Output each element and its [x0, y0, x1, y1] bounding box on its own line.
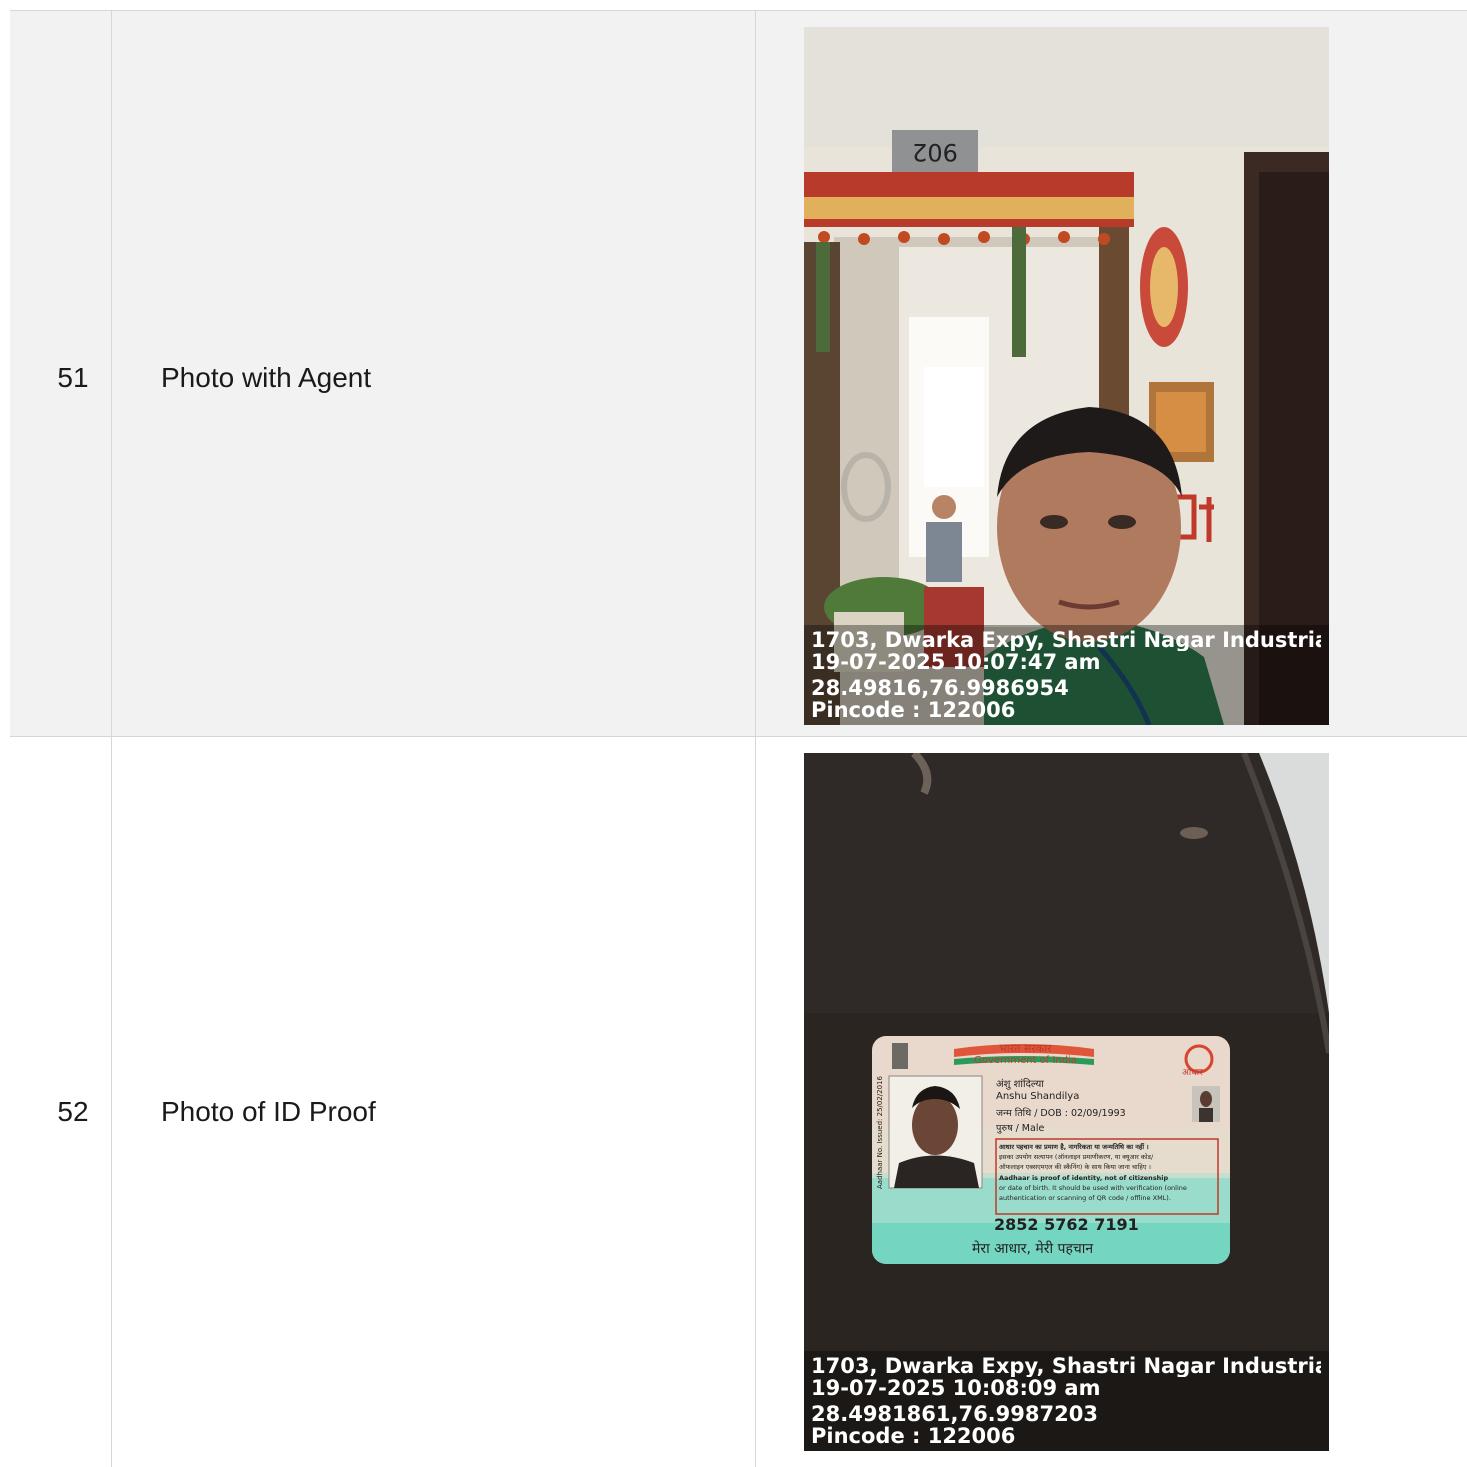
door-sign-text: 902	[912, 138, 958, 166]
geotag-stamp: 1703, Dwarka Expy, Shastri Nagar Industr…	[804, 1351, 1329, 1451]
stamp-coordinates: 28.49816,76.9986954	[811, 677, 1069, 699]
card-gender: पुरुष / Male	[996, 1123, 1045, 1134]
card-name-hindi: अंशु शांदिल्या	[996, 1079, 1044, 1090]
table-row: 52 Photo of ID Proof भारत सरकार Governme…	[10, 736, 1467, 1467]
card-footer-tagline: मेरा आधार, मेरी पहचान	[972, 1241, 1094, 1257]
stamp-address: 1703, Dwarka Expy, Shastri Nagar Industr…	[811, 1355, 1321, 1377]
table-row: 51 Photo with Agent 902 1703, Dwarka Exp…	[10, 10, 1467, 737]
stamp-coordinates: 28.4981861,76.9987203	[811, 1403, 1098, 1425]
aadhaar-logo-text: आधार	[1182, 1068, 1203, 1078]
card-disclaimer-hindi-1: आधार पहचान का प्रमाण है, नागरिकता या जन्…	[999, 1143, 1149, 1151]
stamp-address: 1703, Dwarka Expy, Shastri Nagar Industr…	[811, 629, 1321, 651]
card-dob: जन्म तिथि / DOB : 02/09/1993	[996, 1108, 1126, 1119]
row-number-cell: 52	[10, 737, 112, 1467]
id-proof-photo[interactable]: भारत सरकार Government of India आधार अंशु…	[804, 753, 1329, 1451]
row-label: Photo of ID Proof	[161, 1096, 376, 1127]
card-disclaimer-hindi-2: इसका उपयोग सत्यापन (ऑनलाइन प्रमाणीकरण, य…	[999, 1153, 1154, 1161]
card-disclaimer-hindi-3: ऑफलाइन एक्सएमएल की स्कैनिंग) के साथ किया…	[999, 1163, 1151, 1171]
card-issued-date: Aadhaar No. Issued: 25/02/2016	[876, 1076, 884, 1189]
stamp-pincode: Pincode : 122006	[811, 699, 1016, 721]
stamp-pincode: Pincode : 122006	[811, 1425, 1016, 1447]
aadhaar-number: 2852 5762 7191	[994, 1215, 1139, 1234]
card-header-english: Government of India	[974, 1055, 1077, 1066]
card-disclaimer-en-1: Aadhaar is proof of identity, not of cit…	[999, 1174, 1169, 1182]
selfie-scene-image: 902	[804, 27, 1329, 725]
row-label-cell: Photo of ID Proof	[112, 737, 756, 1467]
geotag-stamp: 1703, Dwarka Expy, Shastri Nagar Industr…	[804, 625, 1329, 725]
row-number-cell: 51	[10, 11, 112, 737]
card-header-hindi: भारत सरकार	[999, 1042, 1052, 1055]
row-label-cell: Photo with Agent	[112, 11, 756, 737]
card-disclaimer-en-3: authentication or scanning of QR code / …	[999, 1194, 1171, 1202]
stamp-datetime: 19-07-2025 10:07:47 am	[811, 651, 1101, 673]
row-photo-cell: भारत सरकार Government of India आधार अंशु…	[756, 737, 1467, 1467]
card-disclaimer-en-2: or date of birth. It should be used with…	[999, 1184, 1187, 1192]
agent-selfie-photo[interactable]: 902 1703, Dwarka Expy, Shastri Nagar Ind…	[804, 27, 1329, 725]
row-photo-cell: 902 1703, Dwarka Expy, Shastri Nagar Ind…	[756, 11, 1467, 737]
card-name-english: Anshu Shandilya	[996, 1091, 1080, 1102]
stamp-datetime: 19-07-2025 10:08:09 am	[811, 1377, 1101, 1399]
row-label: Photo with Agent	[161, 362, 372, 393]
